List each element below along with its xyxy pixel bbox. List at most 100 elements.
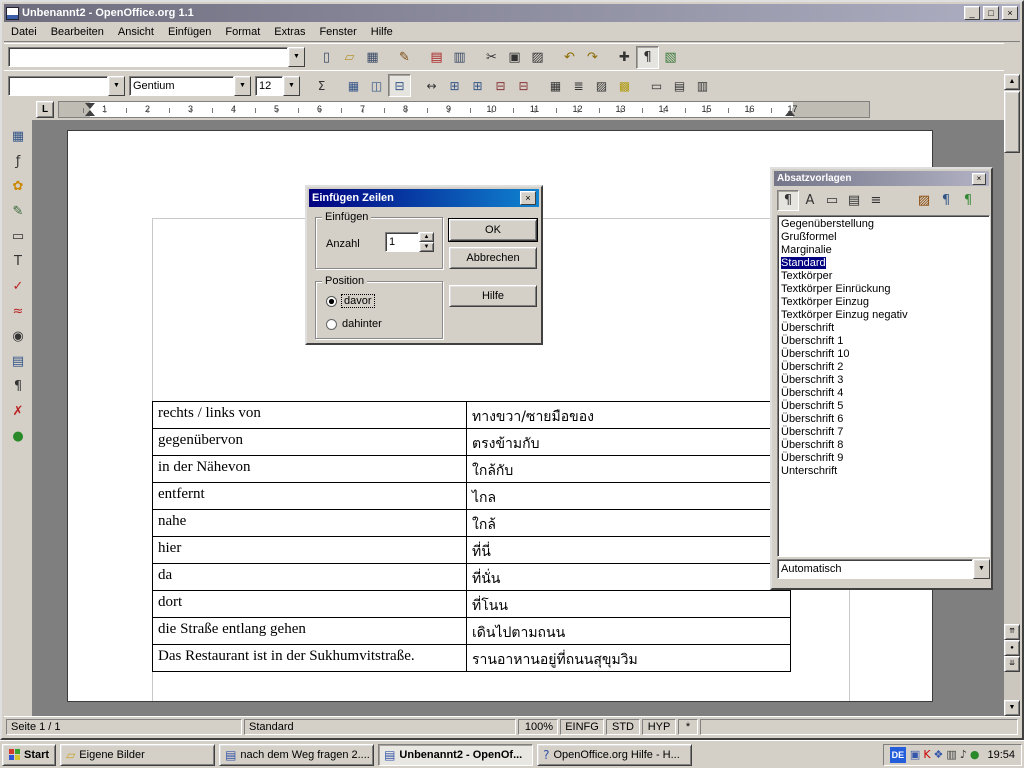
- insert-icon[interactable]: ▦: [6, 125, 30, 148]
- antivirus-icon[interactable]: K: [923, 749, 930, 760]
- next-page-button[interactable]: ⇊: [1004, 656, 1020, 672]
- style-name[interactable]: Standard: [781, 257, 826, 269]
- start-button[interactable]: Start: [2, 744, 56, 766]
- graphics-onoff-icon[interactable]: ✗: [6, 400, 30, 423]
- borders-icon[interactable]: ▦: [544, 74, 567, 97]
- style-list-item[interactable]: Überschrift 4: [778, 387, 989, 400]
- style-name[interactable]: Unterschrift: [781, 465, 837, 477]
- list-styles-icon[interactable]: ≡: [865, 190, 887, 211]
- edit-file-icon[interactable]: ✎: [393, 46, 416, 69]
- table-properties-icon[interactable]: ▥: [691, 74, 714, 97]
- fill-format-icon[interactable]: ▨: [913, 190, 935, 211]
- quickstarter-icon[interactable]: ❖: [934, 749, 944, 760]
- table-cell-thai[interactable]: ที่นี่: [467, 537, 790, 563]
- redo-icon[interactable]: ↷: [581, 46, 604, 69]
- style-name[interactable]: Grußformel: [781, 231, 837, 243]
- vertical-scrollbar[interactable]: ▲ ⇈ ● ⇊ ▼: [1004, 74, 1020, 716]
- radio-after-label[interactable]: dahinter: [342, 318, 382, 330]
- dialog-titlebar[interactable]: Einfügen Zeilen ×: [309, 189, 539, 207]
- table-cell-german[interactable]: die Straße entlang gehen: [153, 618, 467, 644]
- taskbar-task-button[interactable]: ▤ nach dem Weg fragen 2....: [219, 744, 374, 766]
- font-name-dropdown-button[interactable]: ▼: [234, 76, 251, 96]
- table-row[interactable]: da ที่นั่น: [153, 564, 790, 591]
- window-titlebar[interactable]: Unbenannt2 - OpenOffice.org 1.1 _ □ ×: [4, 4, 1020, 22]
- font-name-input[interactable]: [129, 76, 234, 96]
- style-list-item[interactable]: Überschrift 10: [778, 348, 989, 361]
- copy-icon[interactable]: ▣: [503, 46, 526, 69]
- style-name[interactable]: Textkörper Einrückung: [781, 283, 890, 295]
- style-filter-dropdown-button[interactable]: ▼: [973, 559, 990, 579]
- auto-spellcheck-icon[interactable]: ≈: [6, 300, 30, 323]
- table-cell-german[interactable]: gegenübervon: [153, 429, 467, 455]
- spin-down-button[interactable]: ▼: [419, 242, 434, 252]
- dialog-close-button[interactable]: ×: [520, 191, 536, 205]
- table-cell-german[interactable]: rechts / links von: [153, 402, 467, 428]
- style-name[interactable]: Marginalie: [781, 244, 832, 256]
- stylist-close-button[interactable]: ×: [972, 173, 986, 185]
- data-sources-icon[interactable]: ▤: [6, 350, 30, 373]
- navigation-button[interactable]: ●: [1004, 640, 1020, 656]
- page-styles-icon[interactable]: ▤: [843, 190, 865, 211]
- menu-item[interactable]: Datei: [4, 23, 44, 41]
- style-list-item[interactable]: Marginalie: [778, 244, 989, 257]
- menu-item[interactable]: Extras: [267, 23, 312, 41]
- radio-after[interactable]: [326, 319, 337, 330]
- style-filter-input[interactable]: [777, 559, 973, 579]
- table-cell-thai[interactable]: ไกล: [467, 483, 790, 509]
- font-size-input[interactable]: [255, 76, 283, 96]
- style-name[interactable]: Überschrift 8: [781, 439, 843, 451]
- table-row[interactable]: entfernt ไกล: [153, 483, 790, 510]
- style-name[interactable]: Überschrift 3: [781, 374, 843, 386]
- ok-button[interactable]: OK: [449, 219, 537, 241]
- table-cell-german[interactable]: in der Nähevon: [153, 456, 467, 482]
- split-cells-vertical-icon[interactable]: ⊟: [388, 74, 411, 97]
- paragraph-style-dropdown-button[interactable]: ▼: [108, 76, 125, 96]
- network-icon[interactable]: ●: [970, 749, 980, 760]
- style-name[interactable]: Textkörper: [781, 270, 832, 282]
- sum-icon[interactable]: Σ: [310, 74, 333, 97]
- style-list-item[interactable]: Überschrift 9: [778, 452, 989, 465]
- table-cell-thai[interactable]: ใกล้กับ: [467, 456, 790, 482]
- table-row[interactable]: gegenübervon ตรงข้ามกับ: [153, 429, 790, 456]
- status-selection-mode[interactable]: STD: [606, 719, 640, 735]
- anzahl-input[interactable]: [385, 232, 419, 252]
- table-cell-german[interactable]: entfernt: [153, 483, 467, 509]
- menu-item[interactable]: Hilfe: [364, 23, 400, 41]
- table-cell-german[interactable]: Das Restaurant ist in der Sukhumvitstraß…: [153, 645, 467, 671]
- style-list-item[interactable]: Unterschrift: [778, 465, 989, 478]
- cut-icon[interactable]: ✂: [480, 46, 503, 69]
- new-document-icon[interactable]: ▯: [315, 46, 338, 69]
- new-style-from-selection-icon[interactable]: ¶: [935, 190, 957, 211]
- style-list-item[interactable]: Textkörper Einzug negativ: [778, 309, 989, 322]
- status-page-style[interactable]: Standard: [244, 719, 516, 735]
- menu-item[interactable]: Fenster: [312, 23, 363, 41]
- table-cell-thai[interactable]: ที่โนน: [467, 591, 790, 617]
- style-list-item[interactable]: Standard: [778, 257, 989, 270]
- volume-icon[interactable]: ♪: [960, 749, 967, 760]
- split-cells-horizontal-icon[interactable]: ◫: [365, 74, 388, 97]
- print-icon[interactable]: ▥: [448, 46, 471, 69]
- menu-item[interactable]: Bearbeiten: [44, 23, 111, 41]
- maximize-button[interactable]: □: [983, 6, 999, 20]
- style-list-item[interactable]: Überschrift 3: [778, 374, 989, 387]
- style-name[interactable]: Überschrift: [781, 322, 834, 334]
- menu-item[interactable]: Einfügen: [161, 23, 218, 41]
- navigator-icon[interactable]: ✚: [613, 46, 636, 69]
- export-pdf-icon[interactable]: ▤: [425, 46, 448, 69]
- table-cell-german[interactable]: nahe: [153, 510, 467, 536]
- table-cell-thai[interactable]: ใกล้: [467, 510, 790, 536]
- table-row[interactable]: nahe ใกล้: [153, 510, 790, 537]
- style-name[interactable]: Textkörper Einzug negativ: [781, 309, 908, 321]
- minimize-button[interactable]: _: [964, 6, 980, 20]
- character-styles-icon[interactable]: A: [799, 190, 821, 211]
- help-button[interactable]: Hilfe: [449, 285, 537, 307]
- style-name[interactable]: Überschrift 6: [781, 413, 843, 425]
- style-name[interactable]: Überschrift 5: [781, 400, 843, 412]
- style-name[interactable]: Überschrift 10: [781, 348, 849, 360]
- cancel-button[interactable]: Abbrechen: [449, 247, 537, 269]
- spin-up-button[interactable]: ▲: [419, 232, 434, 242]
- table-cell-german[interactable]: dort: [153, 591, 467, 617]
- scrollbar-thumb[interactable]: [1004, 91, 1020, 153]
- display-settings-icon[interactable]: ▣: [910, 749, 920, 760]
- style-name[interactable]: Überschrift 1: [781, 335, 843, 347]
